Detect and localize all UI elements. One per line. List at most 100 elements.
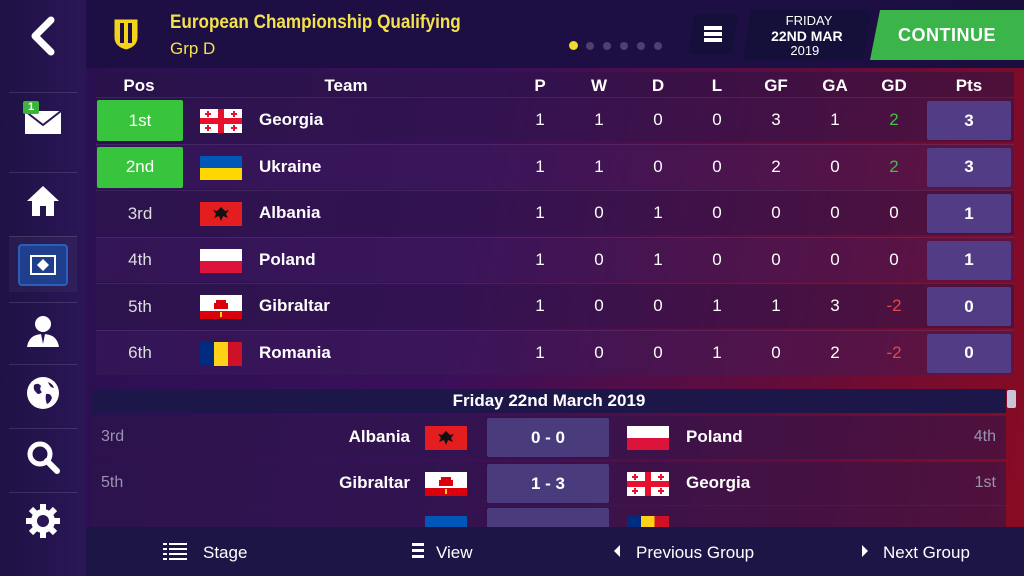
col-d: D	[651, 76, 665, 95]
team-name[interactable]: Ukraine	[259, 157, 321, 177]
stat-d: 1	[653, 249, 663, 269]
col-w: W	[590, 76, 608, 95]
stat-gd: -2	[886, 296, 902, 315]
date-main: 22ND MAR	[771, 28, 843, 44]
stat-gd: 2	[889, 110, 899, 129]
search-icon	[27, 441, 60, 474]
position-cell: 6th	[128, 343, 152, 362]
ukraine-flag-partial	[425, 516, 467, 527]
inbox-badge: 1	[23, 101, 39, 114]
competition-badge-icon	[112, 17, 140, 51]
stat-l: 0	[712, 203, 722, 222]
view-list-icon	[410, 541, 426, 561]
team-name[interactable]: Georgia	[259, 110, 323, 130]
stage-icon	[163, 542, 189, 564]
fixtures-date-header: Friday 22nd March 2019	[92, 389, 1006, 413]
points-cell: 1	[927, 240, 1011, 280]
home-team[interactable]: Albania	[349, 427, 410, 447]
page-dot[interactable]	[654, 42, 662, 50]
stat-p: 1	[535, 296, 545, 315]
fixture-row-partial[interactable]	[92, 506, 1006, 527]
stat-ga: 0	[830, 156, 840, 176]
view-button[interactable]: View	[436, 543, 473, 563]
next-group-button[interactable]: Next Group	[883, 543, 970, 563]
table-row[interactable]: 6th Romania 1 0 0 1 0 2 -2 0	[96, 329, 1014, 375]
team-name[interactable]: Gibraltar	[259, 296, 330, 316]
albania-flag	[425, 426, 467, 450]
scrollbar[interactable]	[1007, 390, 1016, 408]
stat-gf: 0	[771, 203, 781, 222]
page-dot[interactable]	[620, 42, 628, 50]
world-button[interactable]	[9, 364, 77, 420]
table-row[interactable]: 3rd Albania 1 0 1 0 0 0 0 1	[96, 190, 1014, 235]
home-button[interactable]	[9, 172, 77, 228]
stat-ga: 0	[830, 249, 840, 269]
chevron-left-icon	[612, 544, 622, 558]
home-position: 5th	[101, 474, 124, 491]
team-name[interactable]: Albania	[259, 203, 320, 223]
albania-flag	[200, 202, 242, 226]
club-button[interactable]	[9, 236, 77, 292]
sidebar: 1	[0, 0, 86, 576]
stat-w: 0	[594, 342, 604, 362]
stat-w: 0	[594, 296, 604, 315]
team-name[interactable]: Poland	[259, 250, 316, 270]
page-dot[interactable]	[586, 42, 594, 50]
ukraine-flag	[200, 155, 242, 180]
table-row[interactable]: 4th Poland 1 0 1 0 0 0 0 1	[96, 236, 1014, 282]
table-row[interactable]: 2nd Ukraine 1 1 0 0 2 0 2 3	[96, 143, 1014, 189]
away-team[interactable]: Poland	[686, 427, 743, 447]
points-cell: 0	[927, 333, 1011, 373]
page-dot[interactable]	[603, 42, 611, 50]
search-button[interactable]	[9, 428, 77, 484]
group-label: Grp D	[170, 39, 216, 58]
team-name[interactable]: Romania	[259, 343, 331, 363]
stat-ga: 1	[830, 110, 840, 129]
stat-gd: 2	[889, 156, 899, 176]
stat-w: 0	[594, 249, 604, 269]
fixture-row[interactable]: 3rd Albania 0 - 0 Poland 4th	[92, 416, 1006, 459]
stat-p: 1	[535, 249, 545, 269]
home-team[interactable]: Gibraltar	[339, 473, 410, 493]
stat-d: 0	[653, 156, 663, 176]
match-score[interactable]: 0 - 0	[487, 418, 609, 457]
stat-d: 0	[653, 296, 663, 315]
stat-gf: 3	[771, 110, 781, 129]
previous-group-button[interactable]: Previous Group	[636, 543, 754, 563]
stat-w: 0	[594, 203, 604, 222]
stat-w: 1	[594, 156, 604, 176]
stage-button[interactable]: Stage	[203, 543, 247, 563]
gibraltar-flag	[200, 295, 242, 319]
stat-gf: 1	[771, 296, 781, 315]
manager-button[interactable]	[9, 302, 77, 358]
table-row[interactable]: 1st Georgia 1 1 0 0 3 1 2 3	[96, 97, 1014, 142]
stat-ga: 3	[830, 296, 840, 315]
fixture-row[interactable]: 5th Gibraltar 1 - 3 Georgia 1st	[92, 462, 1006, 505]
settings-button[interactable]	[9, 492, 77, 548]
manager-icon	[27, 315, 59, 347]
continue-button[interactable]: CONTINUE	[870, 10, 1024, 60]
competition-title: European Championship Qualifying	[170, 12, 461, 33]
col-pts: Pts	[955, 76, 983, 95]
romania-flag	[200, 341, 242, 366]
col-ga: GA	[822, 76, 848, 95]
menu-button[interactable]	[688, 14, 738, 54]
stat-d: 0	[653, 110, 663, 129]
points-cell: 3	[927, 101, 1011, 140]
stat-gd: 0	[889, 203, 899, 222]
inbox-button[interactable]: 1	[9, 92, 77, 148]
position-cell: 3rd	[127, 203, 153, 223]
back-button[interactable]	[9, 8, 77, 64]
list-menu-icon	[704, 26, 722, 42]
stat-d: 1	[653, 203, 663, 222]
poland-flag	[200, 248, 242, 273]
stat-ga: 0	[830, 203, 840, 222]
away-team[interactable]: Georgia	[686, 473, 750, 493]
table-row[interactable]: 5th Gibraltar 1 0 0 1 1 3 -2 0	[96, 283, 1014, 328]
stat-gf: 2	[771, 156, 781, 176]
date-day: FRIDAY	[785, 13, 833, 28]
match-score[interactable]: 1 - 3	[487, 464, 609, 503]
col-p: P	[534, 76, 546, 95]
page-dot[interactable]	[569, 41, 578, 50]
page-dot[interactable]	[637, 42, 645, 50]
